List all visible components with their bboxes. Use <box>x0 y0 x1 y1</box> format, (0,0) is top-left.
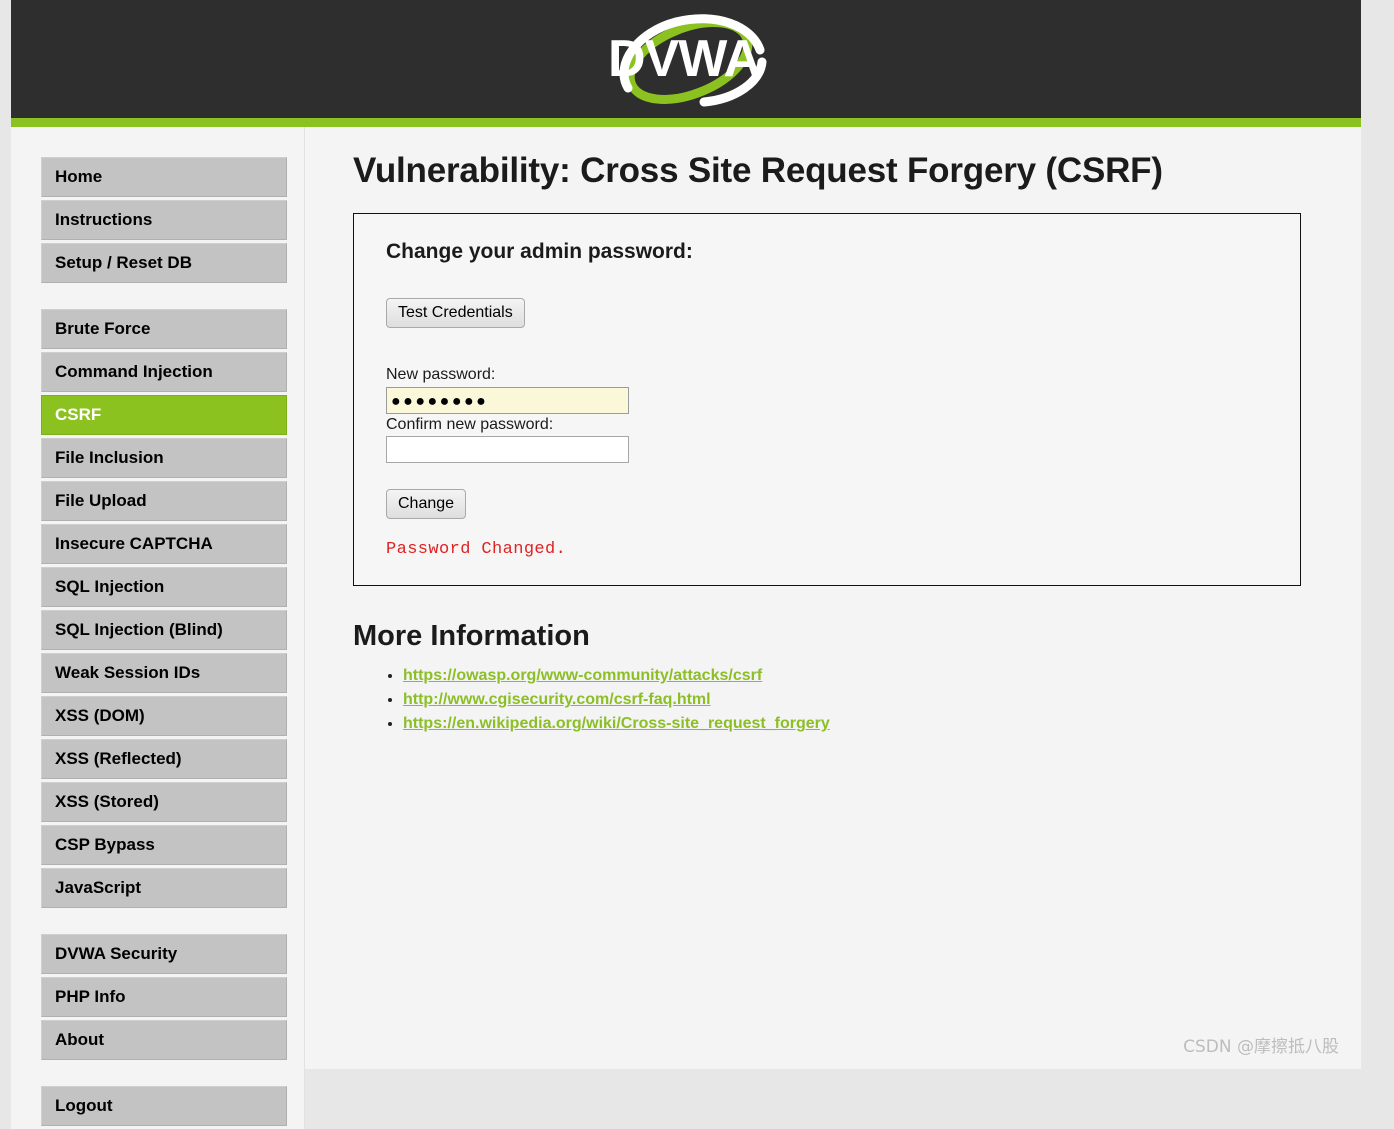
sidebar-item-dvwa-security[interactable]: DVWA Security <box>41 934 287 974</box>
sidebar-item-javascript[interactable]: JavaScript <box>41 868 287 908</box>
sidebar-navigation: Home Instructions Setup / Reset DB Brute… <box>11 127 305 1129</box>
dvwa-page: DVWA Home Instructions Setup / Reset DB … <box>11 0 1361 1069</box>
csdn-watermark: CSDN @摩擦抵八股 <box>1183 1032 1339 1057</box>
sidebar-item-sql-injection[interactable]: SQL Injection <box>41 567 287 607</box>
sidebar-item-xss-dom[interactable]: XSS (DOM) <box>41 696 287 736</box>
sidebar-group-vulnerabilities: Brute Force Command Injection CSRF File … <box>11 309 304 908</box>
confirm-password-input[interactable] <box>386 436 629 463</box>
form-heading: Change your admin password: <box>386 240 1274 264</box>
csrf-form-panel: Change your admin password: Test Credent… <box>353 213 1301 587</box>
sidebar-item-about[interactable]: About <box>41 1020 287 1060</box>
more-info-link-owasp[interactable]: https://owasp.org/www-community/attacks/… <box>403 667 762 684</box>
main-content: Vulnerability: Cross Site Request Forger… <box>305 127 1361 739</box>
sidebar-item-xss-reflected[interactable]: XSS (Reflected) <box>41 739 287 779</box>
page-title: Vulnerability: Cross Site Request Forger… <box>353 153 1341 190</box>
sidebar-item-command-injection[interactable]: Command Injection <box>41 352 287 392</box>
more-information-list: https://owasp.org/www-community/attacks/… <box>353 667 1341 733</box>
dvwa-logo: DVWA <box>576 6 796 112</box>
sidebar-item-logout[interactable]: Logout <box>41 1086 287 1126</box>
sidebar-item-insecure-captcha[interactable]: Insecure CAPTCHA <box>41 524 287 564</box>
test-credentials-button[interactable]: Test Credentials <box>386 298 525 328</box>
sidebar-group-tools: DVWA Security PHP Info About <box>11 934 304 1060</box>
list-item: https://en.wikipedia.org/wiki/Cross-site… <box>403 715 1341 733</box>
status-message: Password Changed. <box>386 540 1274 559</box>
more-information-title: More Information <box>353 620 1341 653</box>
sidebar-item-xss-stored[interactable]: XSS (Stored) <box>41 782 287 822</box>
sidebar-item-csp-bypass[interactable]: CSP Bypass <box>41 825 287 865</box>
sidebar-item-file-inclusion[interactable]: File Inclusion <box>41 438 287 478</box>
new-password-value: ●●●●●●●● <box>391 393 488 410</box>
page-body: Home Instructions Setup / Reset DB Brute… <box>11 127 1361 1129</box>
sidebar-item-instructions[interactable]: Instructions <box>41 200 287 240</box>
confirm-password-label: Confirm new password: <box>386 416 1274 434</box>
sidebar-item-csrf[interactable]: CSRF <box>41 395 287 435</box>
sidebar-item-brute-force[interactable]: Brute Force <box>41 309 287 349</box>
sidebar-item-sql-injection-blind[interactable]: SQL Injection (Blind) <box>41 610 287 650</box>
sidebar-item-weak-session-ids[interactable]: Weak Session IDs <box>41 653 287 693</box>
sidebar-item-php-info[interactable]: PHP Info <box>41 977 287 1017</box>
sidebar-item-home[interactable]: Home <box>41 157 287 197</box>
svg-text:DVWA: DVWA <box>608 30 760 88</box>
new-password-input[interactable]: ●●●●●●●● <box>386 387 629 414</box>
sidebar-item-file-upload[interactable]: File Upload <box>41 481 287 521</box>
change-password-button[interactable]: Change <box>386 489 466 519</box>
sidebar-group-main: Home Instructions Setup / Reset DB <box>11 157 304 283</box>
sidebar-group-session: Logout <box>11 1086 304 1126</box>
more-info-link-wikipedia[interactable]: https://en.wikipedia.org/wiki/Cross-site… <box>403 715 830 732</box>
new-password-label: New password: <box>386 366 1274 384</box>
sidebar-item-setup-reset-db[interactable]: Setup / Reset DB <box>41 243 287 283</box>
more-info-link-cgisecurity[interactable]: http://www.cgisecurity.com/csrf-faq.html <box>403 691 711 708</box>
accent-bar <box>11 118 1361 127</box>
list-item: http://www.cgisecurity.com/csrf-faq.html <box>403 691 1341 709</box>
list-item: https://owasp.org/www-community/attacks/… <box>403 667 1341 685</box>
site-header: DVWA <box>11 0 1361 118</box>
